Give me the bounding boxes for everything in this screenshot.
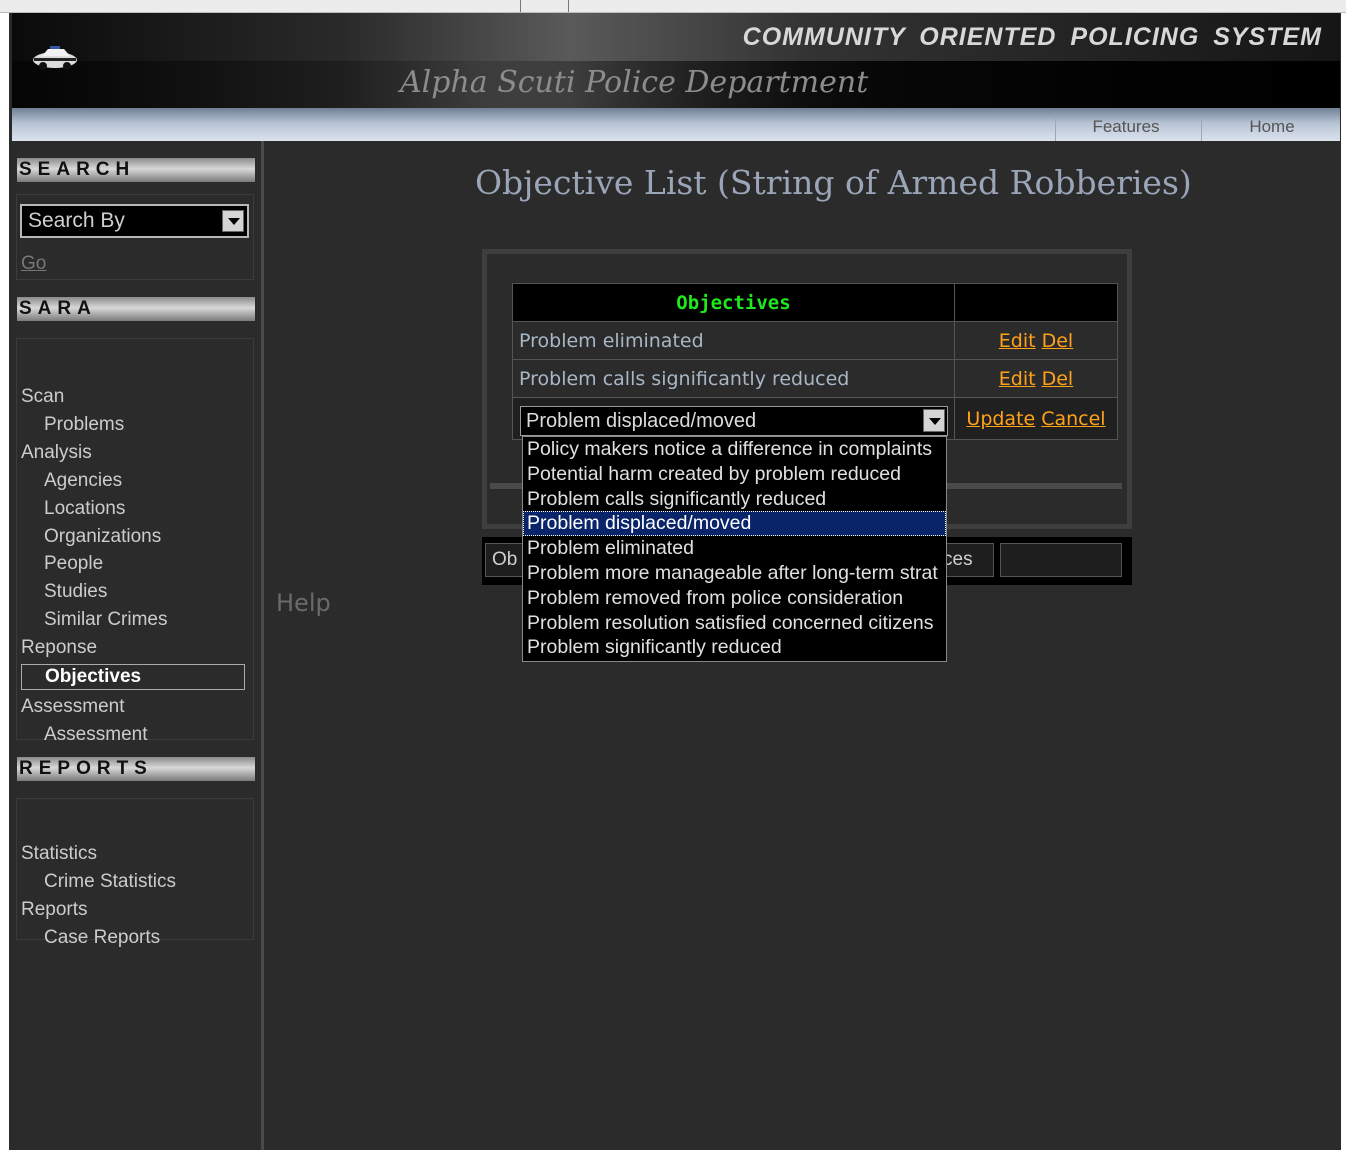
- sidebar-item-case-reports[interactable]: Case Reports: [44, 927, 160, 949]
- browser-top-strip: [0, 0, 1346, 13]
- sidebar-item-reports[interactable]: Reports: [21, 899, 88, 921]
- chevron-down-icon[interactable]: [923, 409, 945, 432]
- dropdown-option[interactable]: Problem eliminated: [523, 536, 946, 561]
- sidebar-item-studies[interactable]: Studies: [44, 581, 107, 603]
- strip-divider: [568, 0, 569, 12]
- search-heading: SEARCH: [17, 158, 255, 182]
- table-row: Problem eliminated Edit Del: [512, 321, 1118, 360]
- sidebar-item-analysis[interactable]: Analysis: [21, 442, 92, 464]
- sidebar-item-statistics[interactable]: Statistics: [21, 843, 97, 865]
- table-header-row: Objectives: [512, 283, 1118, 322]
- dropdown-option[interactable]: Problem calls significantly reduced: [523, 487, 946, 512]
- police-car-icon: [33, 46, 77, 70]
- actions-column-header: [954, 283, 1118, 322]
- sidebar-item-assessment-sub[interactable]: Assessment: [44, 724, 147, 746]
- bottom-tab-objectives[interactable]: Ob: [485, 543, 523, 577]
- sidebar-item-assessment[interactable]: Assessment: [21, 696, 124, 718]
- sidebar-item-agencies[interactable]: Agencies: [44, 470, 122, 492]
- dropdown-option[interactable]: Policy makers notice a difference in com…: [523, 437, 946, 462]
- delete-link[interactable]: Del: [1042, 368, 1074, 390]
- sara-heading: SARA: [17, 297, 255, 321]
- sidebar-item-scan[interactable]: Scan: [21, 386, 64, 408]
- bottom-tab-resources[interactable]: ces: [942, 543, 994, 577]
- dropdown-option[interactable]: Potential harm created by problem reduce…: [523, 462, 946, 487]
- sidebar-item-crime-statistics[interactable]: Crime Statistics: [44, 871, 176, 893]
- department-name: Alpha Scuti Police Department: [400, 65, 869, 100]
- sidebar-item-people[interactable]: People: [44, 553, 103, 575]
- dropdown-option[interactable]: Problem displaced/moved: [523, 511, 946, 537]
- sidebar-item-reponse[interactable]: Reponse: [21, 637, 97, 659]
- search-by-value: Search By: [28, 209, 125, 232]
- chevron-down-icon[interactable]: [222, 210, 244, 232]
- app-frame: COMMUNITY ORIENTED POLICING SYSTEM Alpha…: [9, 13, 1341, 1150]
- sidebar-item-similar-crimes[interactable]: Similar Crimes: [44, 609, 168, 631]
- dropdown-option[interactable]: Problem resolution satisfied concerned c…: [523, 611, 946, 636]
- edit-link[interactable]: Edit: [999, 368, 1036, 390]
- go-link[interactable]: Go: [21, 253, 46, 275]
- delete-link[interactable]: Del: [1042, 330, 1074, 352]
- objective-name: Problem calls significantly reduced: [512, 359, 955, 398]
- update-link[interactable]: Update: [966, 408, 1035, 430]
- system-title: COMMUNITY ORIENTED POLICING SYSTEM: [742, 23, 1322, 51]
- sidebar-item-locations[interactable]: Locations: [44, 498, 125, 520]
- sidebar-item-organizations[interactable]: Organizations: [44, 526, 161, 548]
- objective-select-value: Problem displaced/moved: [526, 410, 757, 432]
- sidebar: SEARCH Search By Go SARA Scan Problems A…: [9, 141, 264, 1150]
- edit-link[interactable]: Edit: [999, 330, 1036, 352]
- site-header: COMMUNITY ORIENTED POLICING SYSTEM Alpha…: [12, 13, 1340, 108]
- strip-divider: [520, 0, 521, 12]
- help-label[interactable]: Help: [276, 589, 331, 617]
- bottom-tab-blank[interactable]: [1000, 543, 1122, 577]
- row-actions: Edit Del: [954, 359, 1118, 398]
- nav-features-link[interactable]: Features: [1055, 116, 1196, 141]
- nav-home-link[interactable]: Home: [1201, 116, 1342, 141]
- search-by-select[interactable]: Search By: [20, 204, 249, 238]
- objective-name: Problem eliminated: [512, 321, 955, 360]
- objectives-column-header: Objectives: [512, 283, 955, 322]
- sidebar-item-objectives[interactable]: Objectives: [21, 664, 245, 690]
- dropdown-option[interactable]: Problem removed from police consideratio…: [523, 586, 946, 611]
- cancel-link[interactable]: Cancel: [1041, 408, 1105, 430]
- objective-dropdown-list[interactable]: Policy makers notice a difference in com…: [522, 436, 947, 662]
- reports-heading: REPORTS: [17, 757, 255, 781]
- dropdown-option[interactable]: Problem significantly reduced: [523, 635, 946, 660]
- objective-select[interactable]: Problem displaced/moved: [520, 406, 948, 436]
- table-row: Problem calls significantly reduced Edit…: [512, 359, 1118, 398]
- page-title: Objective List (String of Armed Robberie…: [475, 163, 1192, 202]
- dropdown-option[interactable]: Problem more manageable after long-term …: [523, 561, 946, 586]
- row-actions: Edit Del: [954, 321, 1118, 360]
- sidebar-item-problems[interactable]: Problems: [44, 414, 124, 436]
- edit-actions: Update Cancel: [954, 397, 1118, 440]
- top-nav: Features Home: [12, 108, 1340, 141]
